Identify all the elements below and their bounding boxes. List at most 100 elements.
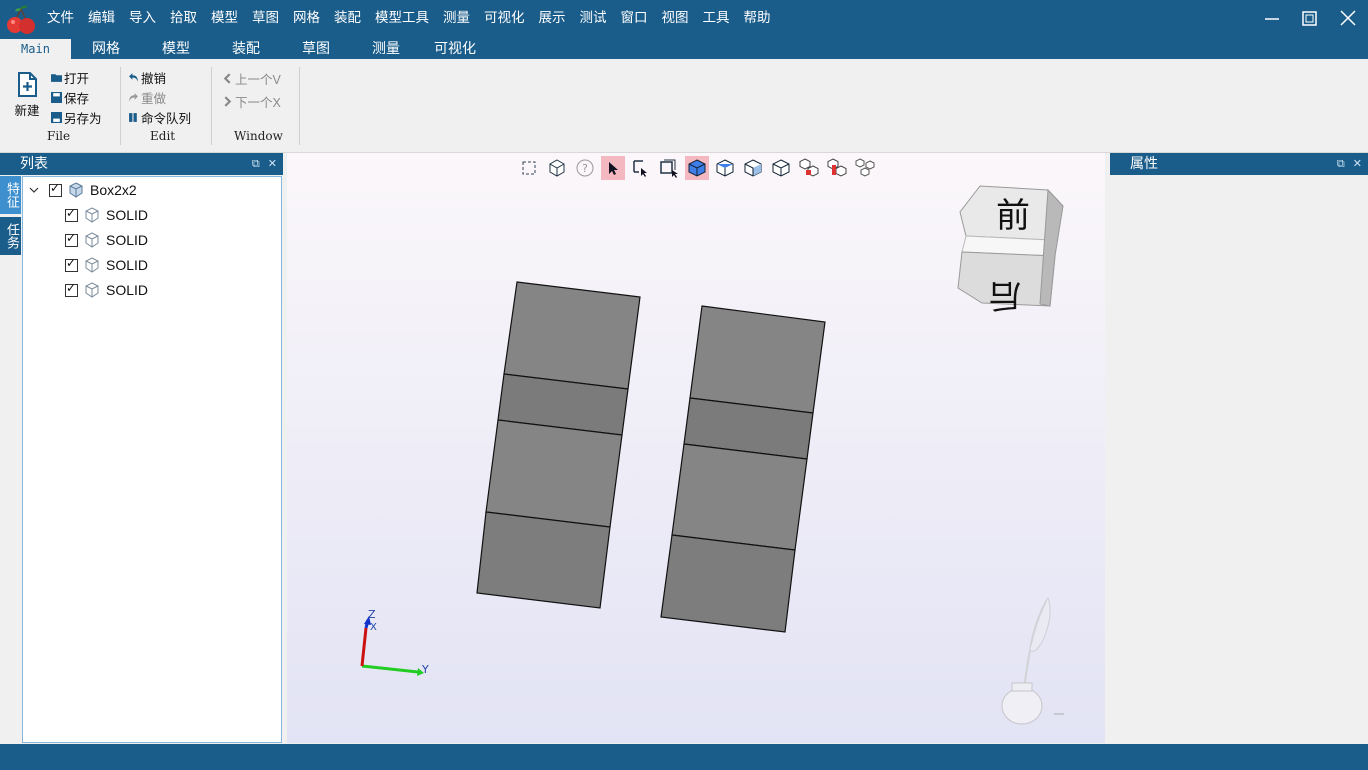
next-window-button[interactable]: 下一个X — [222, 92, 281, 111]
tab-mesh[interactable]: 网格 — [82, 39, 130, 59]
menu-display[interactable]: 展示 — [532, 6, 573, 26]
close-icon[interactable] — [1337, 7, 1359, 29]
menu-import[interactable]: 导入 — [122, 6, 163, 26]
ink-pen-watermark-icon — [1001, 597, 1064, 725]
view-cube[interactable]: 前 后 — [957, 185, 1064, 315]
undo-button[interactable]: 撤销 — [128, 68, 166, 87]
solid-icon — [85, 232, 99, 248]
command-queue-label: 命令队列 — [141, 111, 192, 126]
dock-close-icon[interactable]: ✕ — [1353, 153, 1362, 175]
axis-z-label: Z — [368, 608, 376, 621]
3d-viewport[interactable]: ? 前 后 Z X Y — [287, 153, 1105, 743]
chevron-down-icon[interactable] — [29, 185, 39, 195]
save-label: 保存 — [64, 91, 90, 106]
open-button[interactable]: 打开 — [51, 68, 89, 87]
tree-item[interactable]: SOLID — [65, 204, 148, 226]
window-group-label: Window — [234, 129, 283, 143]
ribbon-separator — [299, 67, 300, 145]
menu-measure[interactable]: 测量 — [436, 6, 477, 26]
float-icon[interactable]: ⧉ — [1337, 153, 1345, 175]
model-canvas: 前 后 Z X Y — [360, 185, 1064, 725]
tree-item[interactable]: SOLID — [65, 229, 148, 251]
command-queue-button[interactable]: 命令队列 — [128, 108, 191, 127]
prev-window-label: 上一个V — [235, 73, 281, 87]
tree-item[interactable]: SOLID — [65, 279, 148, 301]
save-as-button[interactable]: 另存为 — [51, 108, 102, 127]
solid-column-right[interactable] — [660, 305, 826, 633]
tab-main[interactable]: Main — [0, 39, 71, 59]
minimize-icon[interactable] — [1261, 7, 1283, 29]
property-dock-title: 属性 ⧉ ✕ — [1110, 153, 1368, 175]
open-folder-icon — [51, 74, 62, 82]
menu-bar: 文件 编辑 导入 拾取 模型 草图 网格 装配 模型工具 测量 可视化 展示 测… — [40, 0, 778, 32]
tree-item-label: SOLID — [106, 207, 149, 223]
tree-checkbox[interactable] — [65, 256, 78, 272]
ribbon-separator — [211, 67, 212, 145]
tab-sketch[interactable]: 草图 — [292, 39, 340, 59]
redo-icon — [129, 93, 138, 102]
edit-group-label: Edit — [150, 129, 176, 143]
tab-visualize[interactable]: 可视化 — [425, 39, 485, 59]
menu-model-tools[interactable]: 模型工具 — [368, 6, 436, 26]
menu-help[interactable]: 帮助 — [737, 6, 778, 26]
menu-tools[interactable]: 工具 — [696, 6, 737, 26]
dock-close-icon[interactable]: ✕ — [268, 153, 277, 175]
menu-window[interactable]: 窗口 — [614, 6, 655, 26]
ribbon-tab-bar: Main 网格 模型 装配 草图 测量 可视化 — [0, 39, 1368, 59]
menu-model[interactable]: 模型 — [204, 6, 245, 26]
side-tab-tasks[interactable]: 任务 — [0, 217, 21, 255]
chevron-right-icon — [224, 96, 232, 107]
ribbon-panel: 新建 打开 保存 另存为 File 撤销 重做 命令队列 Edit 上一个V 下… — [0, 59, 1368, 153]
solid-column-left[interactable] — [476, 281, 641, 609]
maximize-icon[interactable] — [1299, 7, 1321, 29]
tab-assembly[interactable]: 装配 — [222, 39, 270, 59]
property-dock-title-text: 属性 — [1130, 156, 1158, 172]
solid-icon — [85, 207, 99, 223]
redo-label: 重做 — [141, 91, 167, 106]
menu-mesh[interactable]: 网格 — [286, 6, 327, 26]
title-bar: 文件 编辑 导入 拾取 模型 草图 网格 装配 模型工具 测量 可视化 展示 测… — [0, 0, 1368, 39]
menu-edit[interactable]: 编辑 — [81, 6, 122, 26]
list-dock-title-text: 列表 — [20, 156, 48, 172]
tree-item[interactable]: SOLID — [65, 254, 148, 276]
axis-triad: Z X Y — [360, 608, 429, 676]
axis-x-label: X — [370, 622, 377, 633]
tree-root-label: Box2x2 — [90, 182, 137, 198]
file-group-label: File — [47, 129, 71, 143]
new-file-icon — [18, 72, 37, 97]
tab-model[interactable]: 模型 — [152, 39, 200, 59]
assembly-icon — [69, 182, 83, 198]
tree-item-label: SOLID — [106, 282, 149, 298]
save-as-icon — [51, 112, 62, 123]
cherry-logo-icon — [7, 5, 35, 34]
chevron-left-icon — [223, 73, 231, 84]
tab-measure[interactable]: 测量 — [362, 39, 410, 59]
tree-checkbox[interactable] — [65, 231, 78, 247]
feature-tree: Box2x2 SOLID SOLID SOLID SOLID — [22, 176, 282, 743]
menu-view[interactable]: 视图 — [655, 6, 696, 26]
menu-pick[interactable]: 拾取 — [163, 6, 204, 26]
side-tab-features[interactable]: 特征 — [0, 176, 21, 214]
menu-file[interactable]: 文件 — [40, 6, 81, 26]
menu-assembly[interactable]: 装配 — [327, 6, 368, 26]
axis-y-label: Y — [421, 663, 429, 676]
solid-icon — [85, 282, 99, 298]
menu-test[interactable]: 测试 — [573, 6, 614, 26]
redo-button[interactable]: 重做 — [128, 88, 166, 107]
prev-window-button[interactable]: 上一个V — [222, 69, 281, 88]
new-button[interactable]: 新建 — [14, 71, 40, 119]
float-icon[interactable]: ⧉ — [252, 153, 260, 175]
tree-checkbox[interactable] — [49, 181, 62, 197]
save-button[interactable]: 保存 — [51, 88, 89, 107]
menu-visualize[interactable]: 可视化 — [477, 6, 532, 26]
tree-checkbox[interactable] — [65, 281, 78, 297]
menu-sketch[interactable]: 草图 — [245, 6, 286, 26]
tree-checkbox[interactable] — [65, 206, 78, 222]
save-disk-icon — [51, 92, 62, 103]
property-panel — [1110, 175, 1368, 743]
status-bar — [0, 744, 1368, 770]
undo-icon — [129, 73, 138, 82]
undo-label: 撤销 — [141, 71, 167, 86]
tree-root-row[interactable]: Box2x2 — [29, 179, 137, 201]
open-label: 打开 — [64, 71, 90, 86]
